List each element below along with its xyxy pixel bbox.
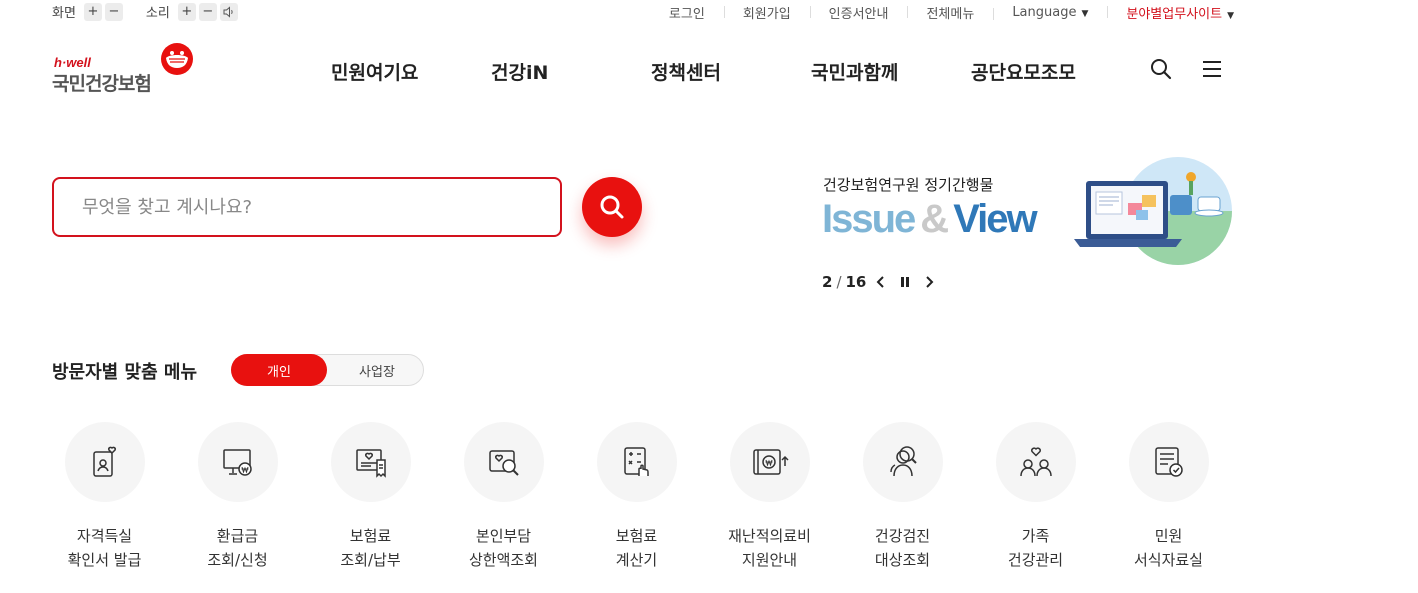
- speaker-icon[interactable]: [219, 2, 238, 21]
- menu-label-line2: 조회/신청: [207, 551, 268, 569]
- menu-label-line1: 자격득실: [76, 527, 133, 545]
- image-search-icon: [488, 450, 519, 476]
- calculator-hand-icon: [623, 447, 649, 476]
- tab-individual[interactable]: 개인: [231, 354, 327, 386]
- menu-item-premium-payment[interactable]: 보험료조회/납부: [304, 422, 437, 572]
- menu-item-family-health[interactable]: 가족건강관리: [969, 422, 1102, 572]
- bill-heart-icon: [355, 449, 386, 478]
- volume-up-button[interactable]: +: [177, 2, 196, 21]
- pager-separator: /: [836, 273, 842, 291]
- document-check-icon: [1154, 447, 1183, 477]
- all-menu-link[interactable]: 전체메뉴: [907, 3, 993, 22]
- visitor-menu-list: 자격득실 확인서 발급 환급금 조회/신청 보험료 조회/납부 본인부담 상한액…: [38, 422, 1258, 582]
- monitor-won-icon: [222, 449, 252, 476]
- screen-label: 화면: [52, 6, 76, 21]
- banner-subtitle: 건강보험연구원 정기간행물: [823, 176, 994, 194]
- sound-control: 소리 + −: [146, 2, 241, 21]
- search-icon[interactable]: [1150, 58, 1172, 80]
- pager-total: 16: [845, 273, 867, 291]
- utility-links: 로그인 회원가입 인증서안내 전체메뉴 Language ▼ 분야별업무사이트 ▼: [650, 3, 1238, 22]
- menu-icon-circle: [995, 422, 1076, 502]
- menu-label-line2: 상한액조회: [468, 551, 538, 569]
- signup-link[interactable]: 회원가입: [723, 3, 810, 22]
- person-search-icon: [889, 446, 917, 477]
- menu-label-line2: 대상조회: [874, 551, 931, 569]
- pause-icon: [901, 277, 910, 287]
- menu-label-line2: 서식자료실: [1133, 551, 1203, 569]
- nav-item-with-citizens[interactable]: 국민과함께: [811, 58, 898, 85]
- nav-item-civil-service[interactable]: 민원여기요: [331, 58, 418, 85]
- banner-title[interactable]: Issue & View: [822, 197, 1038, 242]
- menu-label-line1: 보험료: [615, 527, 658, 545]
- menu-icon-circle: [1128, 422, 1209, 502]
- nav-item-policy-center[interactable]: 정책센터: [651, 58, 721, 85]
- certificate-guide-link[interactable]: 인증서안내: [809, 3, 908, 22]
- language-dropdown[interactable]: Language ▼: [993, 5, 1107, 20]
- tab-business[interactable]: 사업장: [329, 354, 425, 386]
- menu-label-line1: 보험료: [349, 527, 392, 545]
- id-card-heart-icon: [92, 446, 116, 477]
- menu-label-line2: 지원안내: [741, 551, 798, 569]
- caret-down-icon: ▼: [1081, 9, 1089, 19]
- menu-label-line1: 재난적의료비: [728, 527, 811, 545]
- menu-label-line2: 확인서 발급: [67, 551, 142, 569]
- caret-down-icon: ▼: [1227, 11, 1234, 21]
- laptop-illustration-icon: [1074, 157, 1232, 265]
- menu-label-line2: 조회/납부: [340, 551, 401, 569]
- chevron-left-icon: [876, 276, 885, 288]
- visitor-type-toggle: 개인 사업장: [231, 354, 424, 386]
- menu-icon-circle: [463, 422, 544, 502]
- business-sites-label: 분야별업무사이트: [1126, 7, 1223, 22]
- banner-title-issue: Issue: [822, 197, 916, 241]
- volume-down-button[interactable]: −: [198, 2, 217, 21]
- menu-icon-circle: [330, 422, 411, 502]
- menu-label-line2: 계산기: [615, 551, 658, 569]
- business-sites-dropdown[interactable]: 분야별업무사이트 ▼: [1107, 3, 1238, 22]
- hamburger-menu-icon[interactable]: [1201, 58, 1223, 80]
- search-input[interactable]: [54, 179, 560, 235]
- wallet-won-up-icon: [752, 449, 789, 475]
- menu-icon-circle: [596, 422, 677, 502]
- menu-item-health-checkup[interactable]: 건강검진대상조회: [836, 422, 969, 572]
- nav-item-health-in[interactable]: 건강iN: [491, 58, 548, 85]
- pager-current: 2: [822, 273, 833, 291]
- language-label: Language: [1012, 5, 1077, 20]
- banner-title-amp: &: [920, 197, 949, 241]
- menu-item-forms-library[interactable]: 민원서식자료실: [1102, 422, 1235, 572]
- family-heart-icon: [1019, 447, 1052, 477]
- banner-title-view: View: [953, 197, 1037, 241]
- screen-zoom-control: 화면 + −: [52, 2, 126, 21]
- zoom-in-button[interactable]: +: [83, 2, 102, 21]
- pause-slide-button[interactable]: [896, 273, 914, 291]
- menu-label-line1: 본인부담: [475, 527, 532, 545]
- site-search-box: [52, 177, 562, 237]
- menu-icon-circle: [64, 422, 145, 502]
- nav-item-about-nhis[interactable]: 공단요모조모: [971, 58, 1076, 85]
- banner-pager: 2 / 16: [822, 273, 938, 291]
- menu-item-premium-calculator[interactable]: 보험료계산기: [570, 422, 703, 572]
- menu-item-catastrophic-medical[interactable]: 재난적의료비지원안내: [703, 422, 836, 572]
- login-link[interactable]: 로그인: [650, 3, 724, 22]
- sound-label: 소리: [145, 6, 170, 21]
- menu-item-eligibility-certificate[interactable]: 자격득실확인서 발급: [38, 422, 171, 572]
- menu-label-line1: 건강검진: [874, 527, 931, 545]
- menu-label-line1: 가족: [1021, 527, 1050, 545]
- chevron-right-icon: [926, 276, 934, 288]
- menu-icon-circle: [729, 422, 810, 502]
- next-slide-button[interactable]: [920, 273, 938, 291]
- prev-slide-button[interactable]: [872, 273, 890, 291]
- menu-item-refund[interactable]: 환급금조회/신청: [171, 422, 304, 572]
- menu-item-copay-limit[interactable]: 본인부담상한액조회: [437, 422, 570, 572]
- visitor-menu-title: 방문자별 맞춤 메뉴: [52, 362, 198, 383]
- menu-label-line1: 환급금: [216, 527, 259, 545]
- accessibility-controls: 화면 + − 소리 + −: [52, 2, 261, 21]
- search-button[interactable]: [582, 177, 642, 237]
- menu-label-line1: 민원: [1154, 527, 1183, 545]
- menu-icon-circle: [862, 422, 943, 502]
- zoom-out-button[interactable]: −: [104, 2, 123, 21]
- menu-icon-circle: [197, 422, 278, 502]
- menu-label-line2: 건강관리: [1007, 551, 1064, 569]
- search-icon: [600, 195, 624, 219]
